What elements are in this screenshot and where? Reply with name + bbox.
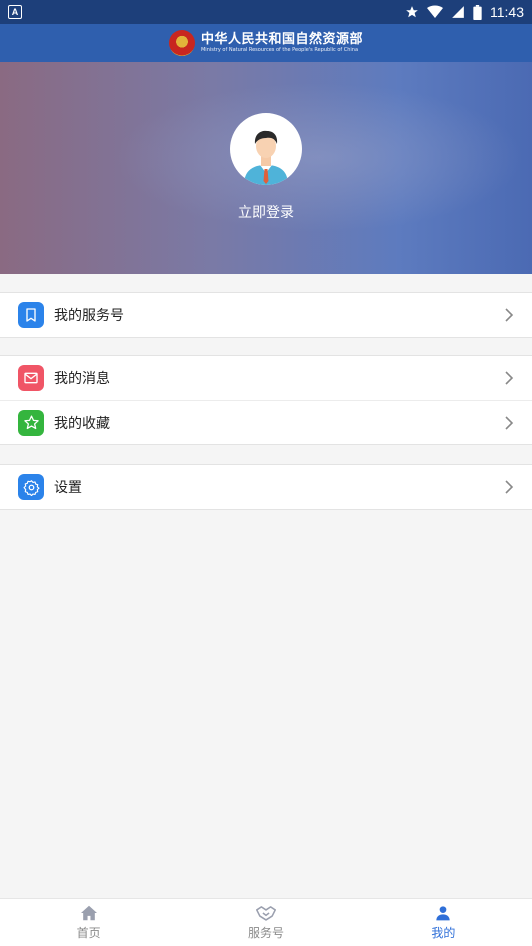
- menu-group-services: 我的服务号: [0, 292, 532, 338]
- star-icon: [18, 409, 44, 436]
- national-emblem-icon: [168, 30, 195, 56]
- signal-icon: [452, 6, 464, 18]
- bookmark-icon: [18, 302, 44, 328]
- menu-item-my-messages[interactable]: 我的消息: [0, 356, 532, 400]
- default-user-avatar-icon: [244, 130, 288, 185]
- menu-item-label: 我的消息: [54, 371, 110, 387]
- home-icon: [80, 905, 97, 920]
- handshake-icon: [255, 905, 276, 921]
- app-header: 中华人民共和国自然资源部 Ministry of Natural Resourc…: [0, 24, 532, 62]
- profile-banner: 立即登录: [0, 62, 532, 274]
- tab-services[interactable]: 服务号: [177, 899, 354, 946]
- menu-item-label: 我的收藏: [54, 415, 110, 432]
- avatar[interactable]: [230, 113, 302, 185]
- wifi-icon: [427, 5, 443, 18]
- chevron-right-icon: [505, 371, 514, 385]
- star-icon: [406, 6, 418, 18]
- bottom-tab-bar: 首页 服务号 我的: [0, 898, 532, 946]
- menu-group-settings: 设置: [0, 464, 532, 510]
- tab-mine[interactable]: 我的: [355, 899, 532, 946]
- battery-icon: [473, 4, 482, 20]
- clock: 11:43: [490, 4, 524, 20]
- app-notification-icon: A: [8, 5, 22, 19]
- header-title: 中华人民共和国自然资源部: [200, 32, 363, 47]
- tab-home[interactable]: 首页: [0, 899, 177, 946]
- gear-icon: [18, 474, 44, 500]
- user-icon: [436, 905, 450, 920]
- menu-item-my-service[interactable]: 我的服务号: [0, 293, 532, 337]
- menu-group-personal: 我的消息 我的收藏: [0, 355, 532, 445]
- menu-item-label: 设置: [54, 480, 82, 496]
- chevron-right-icon: [505, 480, 514, 494]
- chevron-right-icon: [505, 416, 514, 430]
- chevron-right-icon: [505, 308, 514, 322]
- tab-label: 我的: [431, 925, 456, 940]
- header-subtitle: Ministry of Natural Resources of the Peo…: [200, 47, 359, 53]
- login-button[interactable]: 立即登录: [0, 202, 532, 222]
- status-bar: A 11:43: [0, 0, 532, 24]
- menu-item-label: 我的服务号: [54, 308, 124, 324]
- menu-item-settings[interactable]: 设置: [0, 465, 532, 509]
- mail-icon: [18, 365, 44, 391]
- tab-label: 服务号: [247, 925, 284, 940]
- menu-item-my-favorites[interactable]: 我的收藏: [0, 400, 532, 444]
- tab-label: 首页: [76, 925, 101, 940]
